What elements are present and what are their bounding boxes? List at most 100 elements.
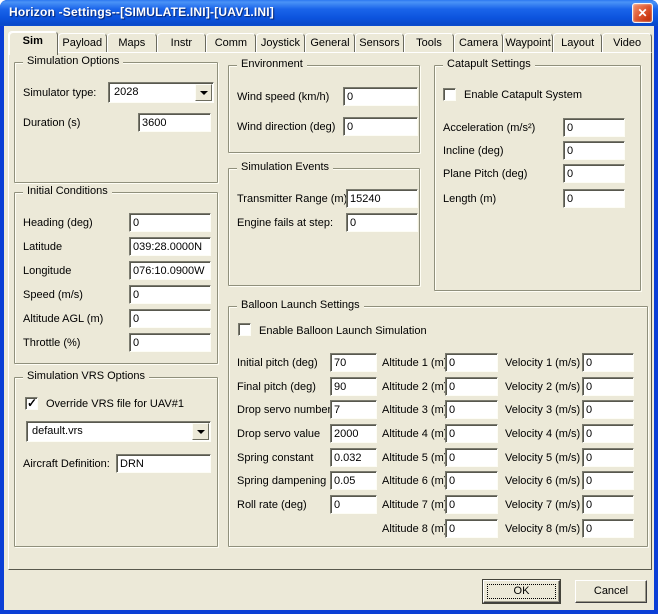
group-title-environment: Environment bbox=[237, 58, 307, 71]
velocity-6-input[interactable] bbox=[582, 471, 634, 490]
engine-fails-label: Engine fails at step: bbox=[237, 217, 334, 229]
tab-sensors[interactable]: Sensors bbox=[354, 33, 405, 53]
tab-joystick[interactable]: Joystick bbox=[255, 33, 306, 53]
tab-general[interactable]: General bbox=[305, 33, 355, 53]
altitude-7-label: Altitude 7 (m) bbox=[382, 499, 448, 511]
velocity-7-label: Velocity 7 (m/s) bbox=[505, 499, 581, 511]
incline-input[interactable] bbox=[563, 141, 625, 160]
spring-dampening-label: Spring dampening bbox=[237, 475, 327, 487]
vrs-file-dropdown-button[interactable] bbox=[192, 423, 209, 440]
velocity-1-input[interactable] bbox=[582, 353, 634, 372]
tab-payload[interactable]: Payload bbox=[57, 33, 108, 53]
velocity-2-input[interactable] bbox=[582, 377, 634, 396]
altitude-5-input[interactable] bbox=[445, 448, 498, 467]
altitude-agl-input[interactable] bbox=[129, 309, 211, 328]
wind-direction-input[interactable] bbox=[343, 117, 418, 136]
vrs-file-value: default.vrs bbox=[32, 425, 83, 437]
wind-speed-input[interactable] bbox=[343, 87, 418, 106]
group-simulation-options: Simulation Options Simulator type: 2028 … bbox=[14, 55, 218, 183]
transmitter-range-input[interactable] bbox=[346, 189, 418, 208]
tab-waypoint[interactable]: Waypoint bbox=[503, 33, 553, 53]
initial-pitch-input[interactable] bbox=[330, 353, 377, 372]
tab-camera[interactable]: Camera bbox=[453, 33, 504, 53]
group-title-simulation-events: Simulation Events bbox=[237, 161, 334, 174]
altitude-7-input[interactable] bbox=[445, 495, 498, 514]
altitude-2-input[interactable] bbox=[445, 377, 498, 396]
drop-servo-value-input[interactable] bbox=[330, 424, 377, 443]
aircraft-definition-input[interactable] bbox=[116, 454, 211, 473]
vrs-file-dropdown[interactable]: default.vrs bbox=[26, 421, 211, 442]
acceleration-input[interactable] bbox=[563, 118, 625, 137]
tab-sim[interactable]: Sim bbox=[8, 31, 58, 55]
duration-input[interactable] bbox=[138, 113, 211, 132]
tab-instr[interactable]: Instr bbox=[156, 33, 207, 53]
group-title-initial-conditions: Initial Conditions bbox=[23, 185, 112, 198]
simulator-type-label: Simulator type: bbox=[23, 87, 97, 99]
chevron-down-icon bbox=[196, 429, 205, 438]
incline-label: Incline (deg) bbox=[443, 145, 504, 157]
spring-constant-label: Spring constant bbox=[237, 452, 314, 464]
settings-dialog-window: Horizon -Settings--[SIMULATE.INI]-[UAV1.… bbox=[0, 0, 658, 614]
enable-catapult-label: Enable Catapult System bbox=[464, 89, 583, 101]
close-icon[interactable]: ✕ bbox=[632, 3, 653, 23]
final-pitch-label: Final pitch (deg) bbox=[237, 381, 316, 393]
group-simulation-events: Simulation Events Transmitter Range (m):… bbox=[228, 161, 420, 286]
roll-rate-label: Roll rate (deg) bbox=[237, 499, 307, 511]
override-vrs-label: Override VRS file for UAV#1 bbox=[46, 398, 184, 410]
longitude-input[interactable] bbox=[129, 261, 211, 280]
altitude-5-label: Altitude 5 (m) bbox=[382, 452, 448, 464]
tab-strip: Sim Payload Maps Instr Comm Joystick Gen… bbox=[8, 29, 652, 55]
group-title-simulation-options: Simulation Options bbox=[23, 55, 124, 68]
throttle-input[interactable] bbox=[129, 333, 211, 352]
altitude-2-label: Altitude 2 (m) bbox=[382, 381, 448, 393]
velocity-5-input[interactable] bbox=[582, 448, 634, 467]
altitude-8-input[interactable] bbox=[445, 519, 498, 538]
spring-dampening-input[interactable] bbox=[330, 471, 377, 490]
tab-layout[interactable]: Layout bbox=[552, 33, 603, 53]
roll-rate-input[interactable] bbox=[330, 495, 377, 514]
ok-button[interactable]: OK bbox=[483, 580, 560, 603]
tab-video[interactable]: Video bbox=[602, 33, 652, 53]
cancel-button[interactable]: Cancel bbox=[575, 580, 647, 603]
tab-maps[interactable]: Maps bbox=[107, 33, 157, 53]
plane-pitch-label: Plane Pitch (deg) bbox=[443, 168, 528, 180]
chevron-down-icon bbox=[199, 90, 208, 99]
altitude-6-input[interactable] bbox=[445, 471, 498, 490]
altitude-4-input[interactable] bbox=[445, 424, 498, 443]
enable-balloon-label: Enable Balloon Launch Simulation bbox=[259, 325, 427, 337]
simulator-type-dropdown[interactable]: 2028 bbox=[108, 82, 214, 103]
wind-speed-label: Wind speed (km/h) bbox=[237, 91, 330, 103]
simulator-type-dropdown-button[interactable] bbox=[195, 84, 212, 101]
velocity-8-input[interactable] bbox=[582, 519, 634, 538]
velocity-3-input[interactable] bbox=[582, 400, 634, 419]
longitude-label: Longitude bbox=[23, 265, 72, 277]
spring-constant-input[interactable] bbox=[330, 448, 377, 467]
speed-input[interactable] bbox=[129, 285, 211, 304]
enable-balloon-checkbox[interactable] bbox=[238, 323, 251, 336]
velocity-5-label: Velocity 5 (m/s) bbox=[505, 452, 581, 464]
window-title: Horizon -Settings--[SIMULATE.INI]-[UAV1.… bbox=[9, 5, 274, 19]
title-bar[interactable]: Horizon -Settings--[SIMULATE.INI]-[UAV1.… bbox=[0, 0, 658, 26]
group-title-vrs-options: Simulation VRS Options bbox=[23, 370, 149, 383]
tab-tools[interactable]: Tools bbox=[404, 33, 454, 53]
final-pitch-input[interactable] bbox=[330, 377, 377, 396]
catapult-length-input[interactable] bbox=[563, 189, 625, 208]
engine-fails-input[interactable] bbox=[346, 213, 418, 232]
latitude-input[interactable] bbox=[129, 237, 211, 256]
velocity-3-label: Velocity 3 (m/s) bbox=[505, 404, 581, 416]
group-environment: Environment Wind speed (km/h) Wind direc… bbox=[228, 58, 420, 153]
velocity-4-input[interactable] bbox=[582, 424, 634, 443]
altitude-3-input[interactable] bbox=[445, 400, 498, 419]
group-initial-conditions: Initial Conditions Heading (deg) Latitud… bbox=[14, 185, 218, 364]
altitude-1-input[interactable] bbox=[445, 353, 498, 372]
enable-catapult-checkbox[interactable] bbox=[443, 88, 456, 101]
velocity-8-label: Velocity 8 (m/s) bbox=[505, 523, 581, 535]
drop-servo-number-input[interactable] bbox=[330, 400, 377, 419]
velocity-7-input[interactable] bbox=[582, 495, 634, 514]
override-vrs-checkbox[interactable] bbox=[25, 396, 38, 410]
tab-comm[interactable]: Comm bbox=[206, 33, 256, 53]
catapult-length-label: Length (m) bbox=[443, 193, 497, 205]
altitude-1-label: Altitude 1 (m) bbox=[382, 357, 448, 369]
plane-pitch-input[interactable] bbox=[563, 164, 625, 183]
heading-input[interactable] bbox=[129, 213, 211, 232]
